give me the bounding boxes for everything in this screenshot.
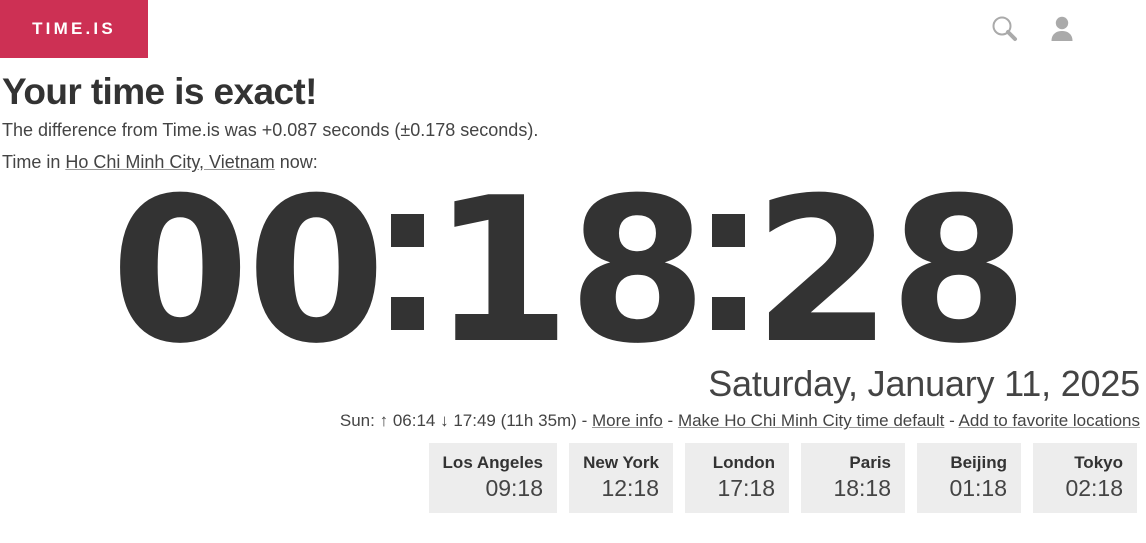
add-favorite-link[interactable]: Add to favorite locations bbox=[959, 411, 1140, 430]
city-time: 09:18 bbox=[485, 474, 543, 501]
city-card[interactable]: New York 12:18 bbox=[569, 443, 673, 514]
clock-colon bbox=[390, 214, 424, 331]
city-name: Paris bbox=[849, 453, 891, 473]
city-card[interactable]: Los Angeles 09:18 bbox=[428, 443, 557, 514]
city-time: 02:18 bbox=[1065, 474, 1123, 501]
separator: - bbox=[576, 411, 592, 431]
city-card[interactable]: Tokyo 02:18 bbox=[1033, 443, 1137, 514]
city-card[interactable]: London 17:18 bbox=[685, 443, 789, 514]
page-title: Your time is exact! bbox=[2, 71, 317, 112]
sun-info-line: Sun: ↑ 06:14 ↓ 17:49 (11h 35m) - More in… bbox=[0, 411, 1140, 431]
clock-colon-dot bbox=[390, 297, 424, 331]
user-icon[interactable] bbox=[1047, 14, 1077, 44]
search-icon[interactable] bbox=[989, 14, 1019, 44]
separator: - bbox=[662, 411, 678, 431]
more-info-link[interactable]: More info bbox=[592, 411, 663, 430]
city-name: Tokyo bbox=[1074, 453, 1123, 473]
city-name: Beijing bbox=[950, 453, 1007, 473]
city-time: 01:18 bbox=[949, 474, 1007, 501]
clock-colon-dot bbox=[712, 297, 746, 331]
city-time-list: Los Angeles 09:18 New York 12:18 London … bbox=[0, 443, 1137, 514]
site-header: TIME.IS bbox=[0, 0, 1146, 58]
day-length: (11h 35m) bbox=[500, 411, 577, 431]
make-default-link[interactable]: Make Ho Chi Minh City time default bbox=[678, 411, 944, 430]
time-difference-text: The difference from Time.is was +0.087 s… bbox=[2, 120, 539, 141]
site-logo[interactable]: TIME.IS bbox=[0, 0, 148, 58]
clock-hours: 00 bbox=[110, 155, 386, 389]
clock-container: 00 18 28 bbox=[0, 155, 1146, 389]
main-clock: 00 18 28 bbox=[110, 155, 1029, 389]
header-icon-group bbox=[989, 0, 1136, 58]
sunset-arrow-icon: ↓ bbox=[440, 411, 449, 431]
location-prefix: Time in bbox=[2, 152, 66, 173]
city-name: Los Angeles bbox=[442, 453, 543, 473]
sun-label: Sun: bbox=[339, 411, 380, 431]
clock-colon bbox=[712, 214, 746, 331]
clock-seconds: 28 bbox=[753, 155, 1028, 389]
sunrise-arrow-icon: ↑ bbox=[379, 411, 389, 431]
sunset-time: 17:49 bbox=[453, 411, 496, 431]
clock-colon-dot bbox=[390, 214, 424, 248]
clock-colon-dot bbox=[712, 214, 746, 248]
city-time: 12:18 bbox=[601, 474, 659, 501]
city-name: New York bbox=[583, 453, 659, 473]
city-time: 18:18 bbox=[833, 474, 891, 501]
user-icon-glyph bbox=[1051, 16, 1073, 41]
sunrise-time: 06:14 bbox=[392, 411, 436, 431]
clock-minutes: 18 bbox=[431, 155, 707, 389]
separator: - bbox=[944, 411, 959, 431]
menu-icon[interactable] bbox=[1105, 17, 1136, 41]
city-time: 17:18 bbox=[717, 474, 775, 501]
city-card[interactable]: Paris 18:18 bbox=[801, 443, 905, 514]
search-icon-glyph bbox=[992, 16, 1017, 41]
site-logo-text: TIME.IS bbox=[32, 19, 116, 38]
city-card[interactable]: Beijing 01:18 bbox=[917, 443, 1021, 514]
city-name: London bbox=[712, 453, 775, 473]
